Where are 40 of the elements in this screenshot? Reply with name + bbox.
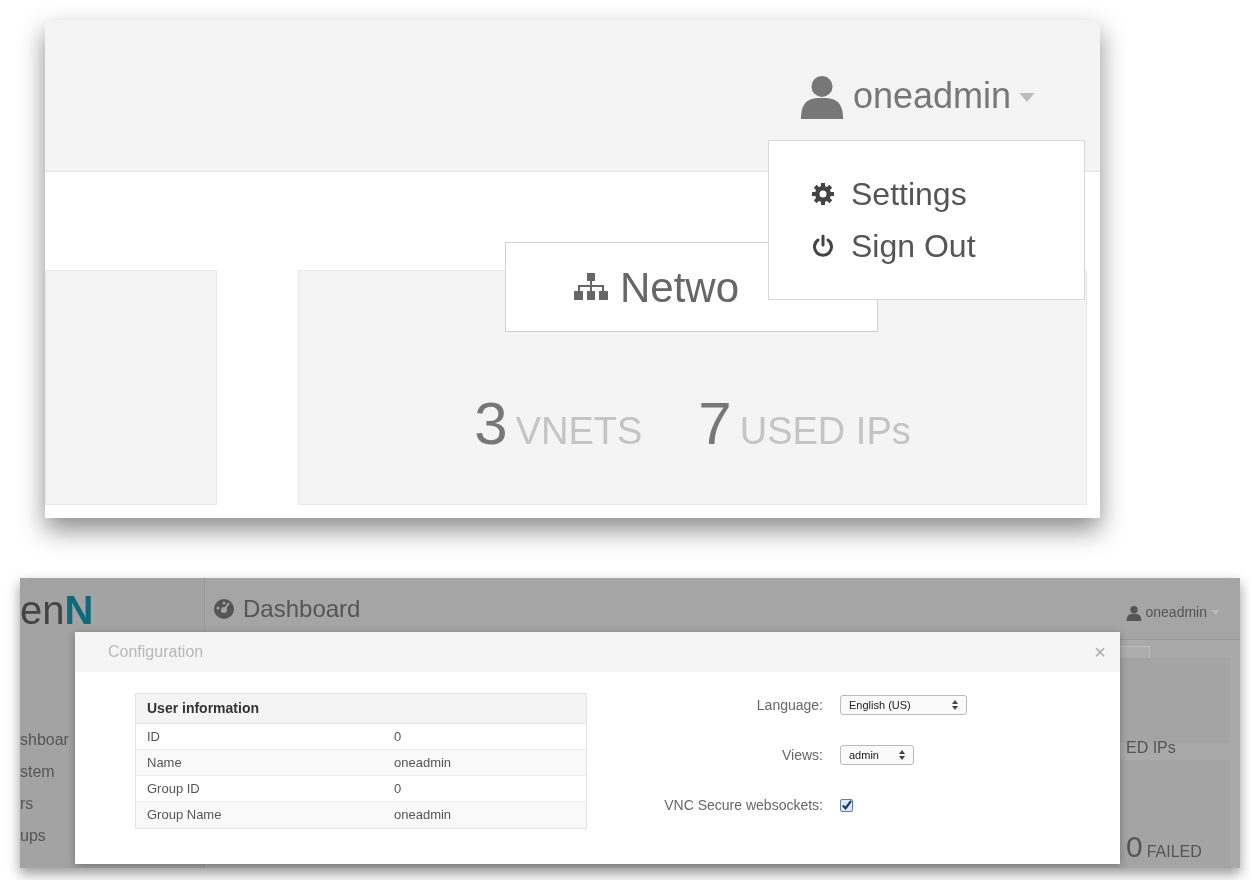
stat-label: ED IPs: [1126, 738, 1176, 758]
setting-label: VNC Secure websockets:: [663, 795, 823, 815]
stat-value: 0: [1126, 832, 1143, 862]
select-field[interactable]: admin: [840, 745, 914, 765]
caret-icon: [1019, 93, 1035, 102]
power-icon: [811, 234, 835, 258]
username-menu[interactable]: oneadmin: [1145, 602, 1207, 623]
sidebar-item[interactable]: rs: [20, 796, 34, 812]
updown-arrows-icon: [899, 750, 905, 760]
sidebar-item[interactable]: ups: [20, 828, 46, 844]
network-icon: [573, 273, 608, 301]
logo: enN: [20, 590, 94, 630]
table-cell-text: Group ID: [147, 779, 201, 798]
dialog-title: Configuration: [108, 642, 204, 662]
dashboard-icon: [213, 597, 235, 620]
sidebar-item[interactable]: stem: [20, 764, 55, 780]
updown-arrows-icon: [952, 700, 958, 710]
menu-item[interactable]: Sign Out: [811, 230, 1084, 262]
stat-value: 3: [474, 394, 508, 454]
page-title: Dashboard: [243, 593, 361, 624]
table-cell-text: ID: [147, 727, 161, 746]
network-title: Netwo: [619, 262, 741, 313]
close-button[interactable]: ×: [1094, 642, 1106, 662]
sidebar-item[interactable]: shboar: [20, 732, 69, 748]
table-cell-text: 0: [394, 779, 402, 798]
stat-value: 7: [698, 394, 732, 454]
stat-label: FAILED: [1146, 844, 1202, 860]
setting-label: Views:: [781, 745, 823, 765]
checkbox[interactable]: [840, 798, 853, 812]
table-cell-text: Group Name: [147, 806, 223, 825]
user-icon: [1125, 603, 1142, 622]
table-cell-text: Name: [147, 753, 183, 772]
setting-label: Language:: [755, 695, 823, 715]
table-cell-text: oneadmin: [394, 753, 452, 772]
menu-item[interactable]: Settings: [811, 178, 1084, 210]
table-heading: User information: [147, 699, 259, 718]
username-menu[interactable]: oneadmin: [852, 68, 1011, 123]
select-field[interactable]: English (US): [840, 695, 967, 715]
table-cell-text: 0: [394, 727, 402, 746]
table-cell-text: oneadmin: [394, 806, 452, 825]
